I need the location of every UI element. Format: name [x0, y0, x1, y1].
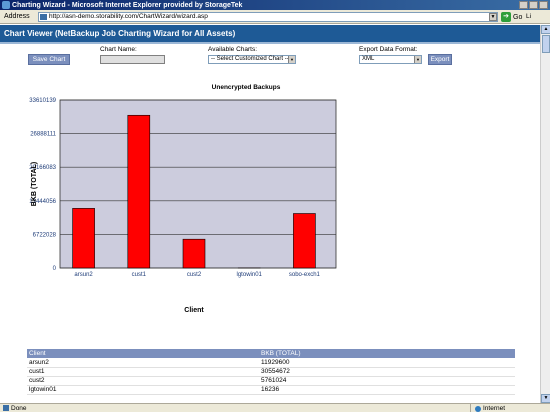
- chevron-down-icon: ▼: [288, 56, 295, 63]
- x-tick-label: arsun2: [74, 272, 93, 278]
- save-chart-button[interactable]: Save Chart: [28, 54, 70, 65]
- x-tick-label: cust2: [187, 272, 202, 278]
- vertical-scrollbar[interactable]: ▲ ▼: [540, 25, 550, 403]
- window-title: Charting Wizard - Microsoft Internet Exp…: [12, 1, 243, 9]
- export-format-label: Export Data Format:: [359, 46, 418, 53]
- security-zone: Internet: [470, 404, 505, 412]
- window-title-bar: Charting Wizard - Microsoft Internet Exp…: [0, 0, 550, 10]
- data-table: Client BKB (TOTAL) arsun2 11929600 cust1…: [27, 349, 515, 395]
- y-tick-label: 6722028: [33, 232, 57, 238]
- x-axis-label: Client: [184, 307, 204, 314]
- address-input[interactable]: http://asn-demo.storability.com/ChartWiz…: [38, 12, 498, 22]
- window-controls: [519, 1, 548, 9]
- zone-text: Internet: [483, 405, 506, 412]
- page-banner: Chart Viewer (NetBackup Job Charting Wiz…: [0, 25, 540, 42]
- table-cell: 16236: [259, 385, 515, 395]
- address-label: Address: [4, 13, 30, 20]
- x-tick-label: cust1: [132, 272, 147, 278]
- available-charts-select[interactable]: -- Select Customized Chart -- ▼: [208, 55, 296, 64]
- go-arrow-icon: ➔: [501, 12, 511, 22]
- y-axis-label: BKB (TOTAL): [31, 162, 38, 206]
- page-done-icon: [3, 405, 9, 411]
- go-button[interactable]: ➔ Go: [501, 12, 522, 22]
- ie-icon: [2, 1, 10, 9]
- status-bar: Done Internet: [0, 403, 550, 412]
- table-row: arsun2 11929600: [27, 358, 515, 368]
- available-charts-value: -- Select Customized Chart --: [211, 56, 289, 62]
- available-charts-label: Available Charts:: [208, 46, 258, 53]
- page-title: Chart Viewer (NetBackup Job Charting Wiz…: [4, 29, 236, 38]
- y-tick-label: 0: [53, 266, 57, 272]
- go-label: Go: [513, 13, 523, 21]
- address-url: http://asn-demo.storability.com/ChartWiz…: [49, 13, 208, 20]
- bar-chart: Unencrypted Backups067220281344405620166…: [29, 84, 337, 314]
- bar: [293, 213, 316, 269]
- chart-name-input[interactable]: [100, 55, 165, 64]
- column-header-bkb-total: BKB (TOTAL): [259, 349, 515, 358]
- chart-title: Unencrypted Backups: [212, 84, 281, 91]
- address-bar: Address http://asn-demo.storability.com/…: [0, 10, 550, 24]
- bar: [182, 238, 206, 269]
- export-format-select[interactable]: XML ▼: [359, 55, 422, 64]
- table-cell: lgtowin01: [27, 385, 259, 395]
- column-header-client: Client: [27, 349, 259, 358]
- address-dropdown-button[interactable]: ▼: [489, 13, 497, 21]
- x-tick-label: lgtowin01: [237, 272, 263, 278]
- banner-divider: [0, 42, 540, 44]
- y-tick-label: 33610139: [29, 98, 56, 104]
- page-content: Chart Viewer (NetBackup Job Charting Wiz…: [0, 25, 550, 403]
- globe-icon: [475, 405, 481, 412]
- x-tick-label: sobo-exch1: [289, 272, 321, 278]
- y-tick-label: 26888111: [30, 132, 56, 138]
- table-cell: arsun2: [27, 358, 259, 368]
- table-cell: 11929600: [259, 358, 515, 368]
- scroll-up-icon[interactable]: ▲: [541, 25, 550, 34]
- close-button[interactable]: [539, 1, 548, 9]
- scrollbar-thumb[interactable]: [542, 35, 550, 53]
- scroll-down-icon[interactable]: ▼: [541, 394, 550, 403]
- table-row: lgtowin01 16236: [27, 385, 515, 395]
- bar: [127, 114, 151, 269]
- table-header-row: Client BKB (TOTAL): [27, 349, 515, 358]
- table-row: cust1 30554672: [27, 367, 515, 377]
- table-cell: 5761024: [259, 376, 515, 386]
- status-text: Done: [11, 404, 27, 412]
- table-row: cust2 5761024: [27, 376, 515, 386]
- chevron-down-icon: ▼: [414, 56, 421, 63]
- maximize-button[interactable]: [529, 1, 538, 9]
- table-cell: cust1: [27, 367, 259, 377]
- table-cell: 30554672: [259, 367, 515, 377]
- table-cell: cust2: [27, 376, 259, 386]
- chart-name-label: Chart Name:: [100, 46, 137, 53]
- export-format-value: XML: [362, 56, 375, 62]
- page-icon: [40, 14, 47, 20]
- links-label[interactable]: Li: [526, 13, 531, 20]
- bar: [72, 208, 95, 269]
- minimize-button[interactable]: [519, 1, 528, 9]
- export-button[interactable]: Export: [428, 54, 452, 65]
